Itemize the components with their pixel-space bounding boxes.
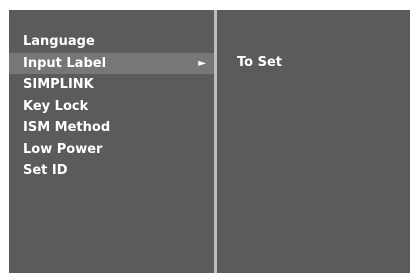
menu-item-language[interactable]: Language (9, 31, 214, 53)
menu-item-low-power[interactable]: Low Power (9, 139, 214, 161)
menu-item-label: Low Power (23, 141, 103, 157)
menu-item-ism-method[interactable]: ISM Method (9, 117, 214, 139)
submenu-panel (217, 10, 410, 273)
submenu-item-label: To Set (237, 55, 282, 70)
submenu-list: To Set (217, 52, 410, 74)
osd-option-menu-screen: Language Input Label ► SIMPLINK Key Lock… (0, 0, 410, 279)
menu-item-label: ISM Method (23, 120, 111, 135)
menu-item-label: Language (23, 34, 95, 49)
option-menu-list: Language Input Label ► SIMPLINK Key Lock… (9, 31, 214, 182)
right-arrow-icon: ► (198, 57, 206, 69)
menu-item-label: Key Lock (23, 98, 89, 114)
menu-item-set-id[interactable]: Set ID (9, 160, 214, 182)
submenu-item-to-set[interactable]: To Set (217, 52, 410, 74)
menu-item-label: Set ID (23, 163, 68, 178)
menu-item-input-label[interactable]: Input Label ► (9, 52, 214, 74)
menu-item-key-lock[interactable]: Key Lock (9, 96, 214, 118)
menu-item-simplink[interactable]: SIMPLINK (9, 74, 214, 96)
menu-item-label: Input Label (23, 55, 107, 71)
menu-item-label: SIMPLINK (23, 77, 94, 92)
